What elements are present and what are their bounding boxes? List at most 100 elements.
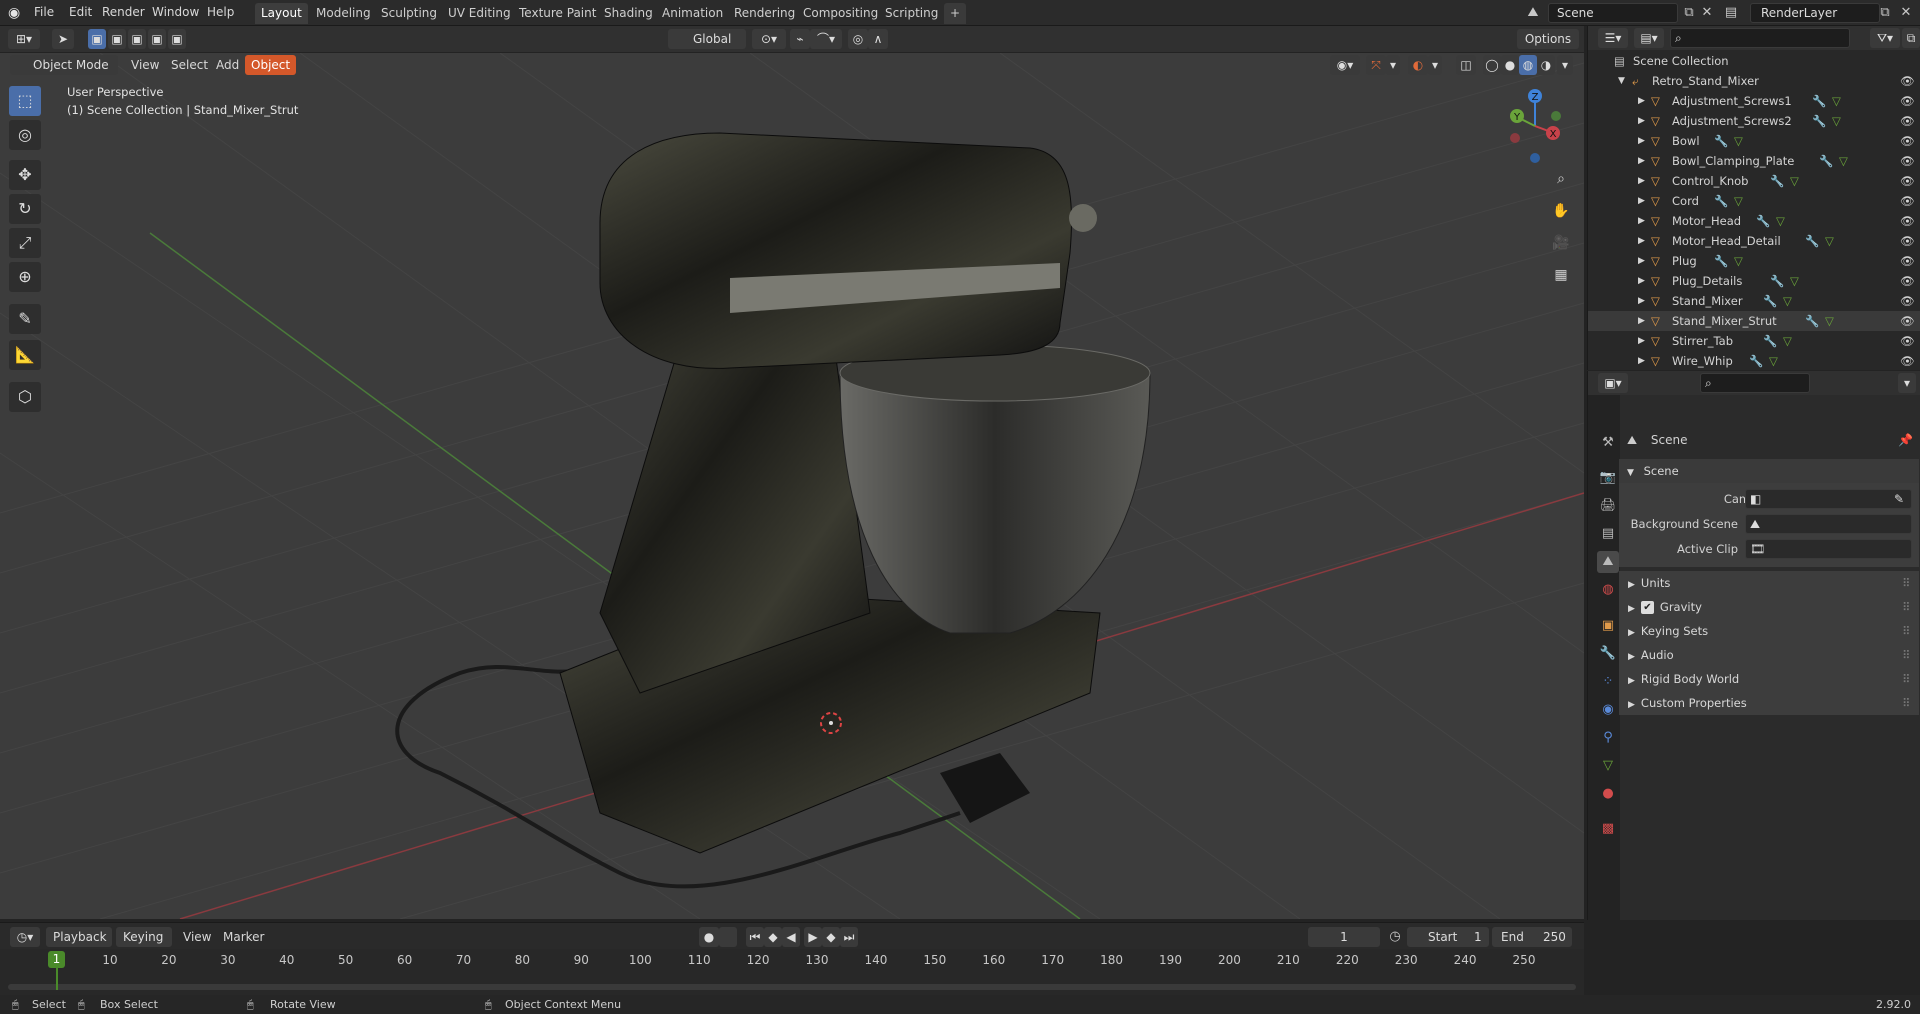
tab-texture-paint[interactable]: Texture Paint xyxy=(513,3,602,24)
expand-arrow-icon[interactable]: ▶ xyxy=(1638,231,1645,251)
subpanel-header[interactable]: ▶ Audio ⠿ xyxy=(1619,643,1919,667)
visibility-eye-icon[interactable]: 👁 xyxy=(1900,131,1915,151)
outliner-object-row[interactable]: ▶ ▽ Adjustment_Screws1 🔧 ▽ 👁 xyxy=(1588,91,1920,111)
tab-animation[interactable]: Animation xyxy=(656,3,729,24)
outliner-object-row[interactable]: ▶ ▽ Adjustment_Screws2 🔧 ▽ 👁 xyxy=(1588,111,1920,131)
timeline-menu-marker[interactable]: Marker xyxy=(223,927,264,947)
vp-menu-object[interactable]: Object xyxy=(245,55,297,75)
play-reverse-button[interactable]: ◀ xyxy=(782,927,800,947)
mesh-data-icon[interactable]: ▽ xyxy=(1776,211,1785,231)
modifier-wrench-icon[interactable]: 🔧 xyxy=(1763,331,1777,351)
view-layer-tab-icon[interactable]: ▤ xyxy=(1597,523,1619,545)
transform-orientation-dropdown[interactable]: Global xyxy=(668,29,746,49)
menu-file[interactable]: File xyxy=(34,0,54,26)
jump-keyframe-back-button[interactable]: ◆ xyxy=(764,927,782,947)
tab-scripting[interactable]: Scripting xyxy=(879,3,944,24)
outliner-editor-type[interactable]: ☰▾ xyxy=(1598,28,1628,48)
outliner-object-row[interactable]: ▶ ▽ Control_Knob 🔧 ▽ 👁 xyxy=(1588,171,1920,191)
jump-end-button[interactable]: ⏭ xyxy=(840,927,858,947)
jump-keyframe-forward-button[interactable]: ◆ xyxy=(822,927,840,947)
outliner-object-row[interactable]: ▶ ▽ Stirrer_Tab 🔧 ▽ 👁 xyxy=(1588,331,1920,351)
camera-field[interactable]: ◧ ✎ xyxy=(1745,489,1912,509)
cursor-tool[interactable]: ◎ xyxy=(9,120,41,150)
select-tool-button[interactable]: ➤ xyxy=(52,29,74,49)
menu-help[interactable]: Help xyxy=(207,0,234,26)
outliner-object-row[interactable]: ▶ ▽ Bowl_Clamping_Plate 🔧 ▽ 👁 xyxy=(1588,151,1920,171)
menu-window[interactable]: Window xyxy=(152,0,199,26)
mesh-data-icon[interactable]: ▽ xyxy=(1832,91,1841,111)
new-collection-button[interactable]: ⧉ xyxy=(1902,28,1920,48)
particles-tab-icon[interactable]: ⁘ xyxy=(1597,671,1619,693)
timeline-editor-type[interactable]: ◷▾ xyxy=(10,927,40,947)
preview-range-icon[interactable]: ◷ xyxy=(1386,928,1404,946)
visibility-eye-icon[interactable]: 👁 xyxy=(1900,311,1915,331)
camera-view-icon[interactable]: 🎥 xyxy=(1548,230,1574,256)
pan-hand-icon[interactable]: ✋ xyxy=(1548,198,1574,224)
eyedropper-icon[interactable]: ✎ xyxy=(1894,490,1904,508)
close-scene-icon[interactable]: ✕ xyxy=(1698,4,1716,22)
outliner-object-row[interactable]: ▶ ▽ Bowl 🔧 ▽ 👁 xyxy=(1588,131,1920,151)
expand-arrow-icon[interactable]: ▶ xyxy=(1638,151,1645,171)
data-tab-icon[interactable]: ▽ xyxy=(1597,755,1619,777)
properties-editor-type[interactable]: ▣▾ xyxy=(1598,373,1628,393)
wireframe-shading-button[interactable]: ◯ xyxy=(1483,55,1501,75)
outliner-search-input[interactable]: ⌕ xyxy=(1670,28,1850,48)
current-frame-field[interactable]: 1 xyxy=(1308,927,1380,947)
expand-arrow-icon[interactable]: ▶ xyxy=(1638,131,1645,151)
subpanel-header[interactable]: ▶ Units ⠿ xyxy=(1619,571,1919,595)
subpanel-header[interactable]: ▶ ✔ Gravity ⠿ xyxy=(1619,595,1919,619)
add-workspace-button[interactable]: + xyxy=(944,3,967,24)
jump-start-button[interactable]: ⏮ xyxy=(746,927,764,947)
tab-shading[interactable]: Shading xyxy=(598,3,659,24)
modifier-wrench-icon[interactable]: 🔧 xyxy=(1819,151,1833,171)
blender-logo-icon[interactable]: ◉ xyxy=(8,4,26,22)
modifier-wrench-icon[interactable]: 🔧 xyxy=(1812,91,1826,111)
modifier-wrench-icon[interactable]: 🔧 xyxy=(1770,171,1784,191)
tool-tab-icon[interactable]: ⚒ xyxy=(1597,432,1619,454)
modifier-wrench-icon[interactable]: 🔧 xyxy=(1812,111,1826,131)
navigation-gizmo[interactable]: Z X Y xyxy=(1495,88,1581,174)
visibility-eye-icon[interactable]: 👁 xyxy=(1900,351,1915,371)
mesh-data-icon[interactable]: ▽ xyxy=(1839,151,1848,171)
vp-menu-add[interactable]: Add xyxy=(216,55,239,75)
constraints-tab-icon[interactable]: ⚲ xyxy=(1597,727,1619,749)
modifier-wrench-icon[interactable]: 🔧 xyxy=(1749,351,1763,371)
outliner-object-row[interactable]: ▶ ▽ Stand_Mixer_Strut 🔧 ▽ 👁 xyxy=(1588,311,1920,331)
collapse-arrow-icon[interactable]: ▼ xyxy=(1618,71,1625,91)
outliner-object-row[interactable]: ▶ ▽ Plug_Details 🔧 ▽ 👁 xyxy=(1588,271,1920,291)
mesh-data-icon[interactable]: ▽ xyxy=(1825,231,1834,251)
visibility-eye-icon[interactable]: 👁 xyxy=(1900,231,1915,251)
outliner-object-row[interactable]: ▶ ▽ Motor_Head 🔧 ▽ 👁 xyxy=(1588,211,1920,231)
tab-modeling[interactable]: Modeling xyxy=(310,3,377,24)
object-tab-icon[interactable]: ▣ xyxy=(1597,615,1619,637)
new-view-layer-icon[interactable]: ⧉ xyxy=(1876,4,1894,22)
visibility-eye-icon[interactable]: 👁 xyxy=(1900,151,1915,171)
tab-layout[interactable]: Layout xyxy=(255,3,308,24)
outliner-object-row[interactable]: ▶ ▽ Cord 🔧 ▽ 👁 xyxy=(1588,191,1920,211)
properties-search-input[interactable]: ⌕ xyxy=(1700,373,1810,393)
overlay-toggle[interactable]: ◐ xyxy=(1408,55,1428,75)
mesh-data-icon[interactable]: ▽ xyxy=(1734,251,1743,271)
rotate-tool[interactable]: ↻ xyxy=(9,194,41,224)
outliner-object-row[interactable]: ▶ ▽ Wire_Whip 🔧 ▽ 👁 xyxy=(1588,351,1920,371)
mesh-data-icon[interactable]: ▽ xyxy=(1825,311,1834,331)
drag-handle-icon[interactable]: ⠿ xyxy=(1902,691,1910,715)
snap-dropdown[interactable]: ⌒▾ xyxy=(810,29,842,49)
physics-tab-icon[interactable]: ◉ xyxy=(1597,699,1619,721)
pivot-point-dropdown[interactable]: ⊙▾ xyxy=(752,29,786,49)
modifier-wrench-icon[interactable]: 🔧 xyxy=(1756,211,1770,231)
mesh-data-icon[interactable]: ▽ xyxy=(1832,111,1841,131)
visibility-eye-icon[interactable]: 👁 xyxy=(1900,191,1915,211)
properties-options-dropdown[interactable]: ▾ xyxy=(1898,373,1916,393)
scene-collection-row[interactable]: ▤ Scene Collection xyxy=(1588,51,1920,71)
select-mode-difference[interactable]: ▣ xyxy=(148,29,166,49)
world-tab-icon[interactable]: ◍ xyxy=(1597,579,1619,601)
proportional-edit-toggle[interactable]: ◎ xyxy=(848,29,868,49)
visibility-eye-icon[interactable]: 👁 xyxy=(1900,331,1915,351)
modifier-wrench-icon[interactable]: 🔧 xyxy=(1763,291,1777,311)
record-button[interactable]: ● xyxy=(699,927,719,947)
expand-arrow-icon[interactable]: ▶ xyxy=(1638,271,1645,291)
modifier-wrench-icon[interactable]: 🔧 xyxy=(1770,271,1784,291)
tab-uv-editing[interactable]: UV Editing xyxy=(442,3,517,24)
drag-handle-icon[interactable]: ⠿ xyxy=(1902,571,1910,595)
